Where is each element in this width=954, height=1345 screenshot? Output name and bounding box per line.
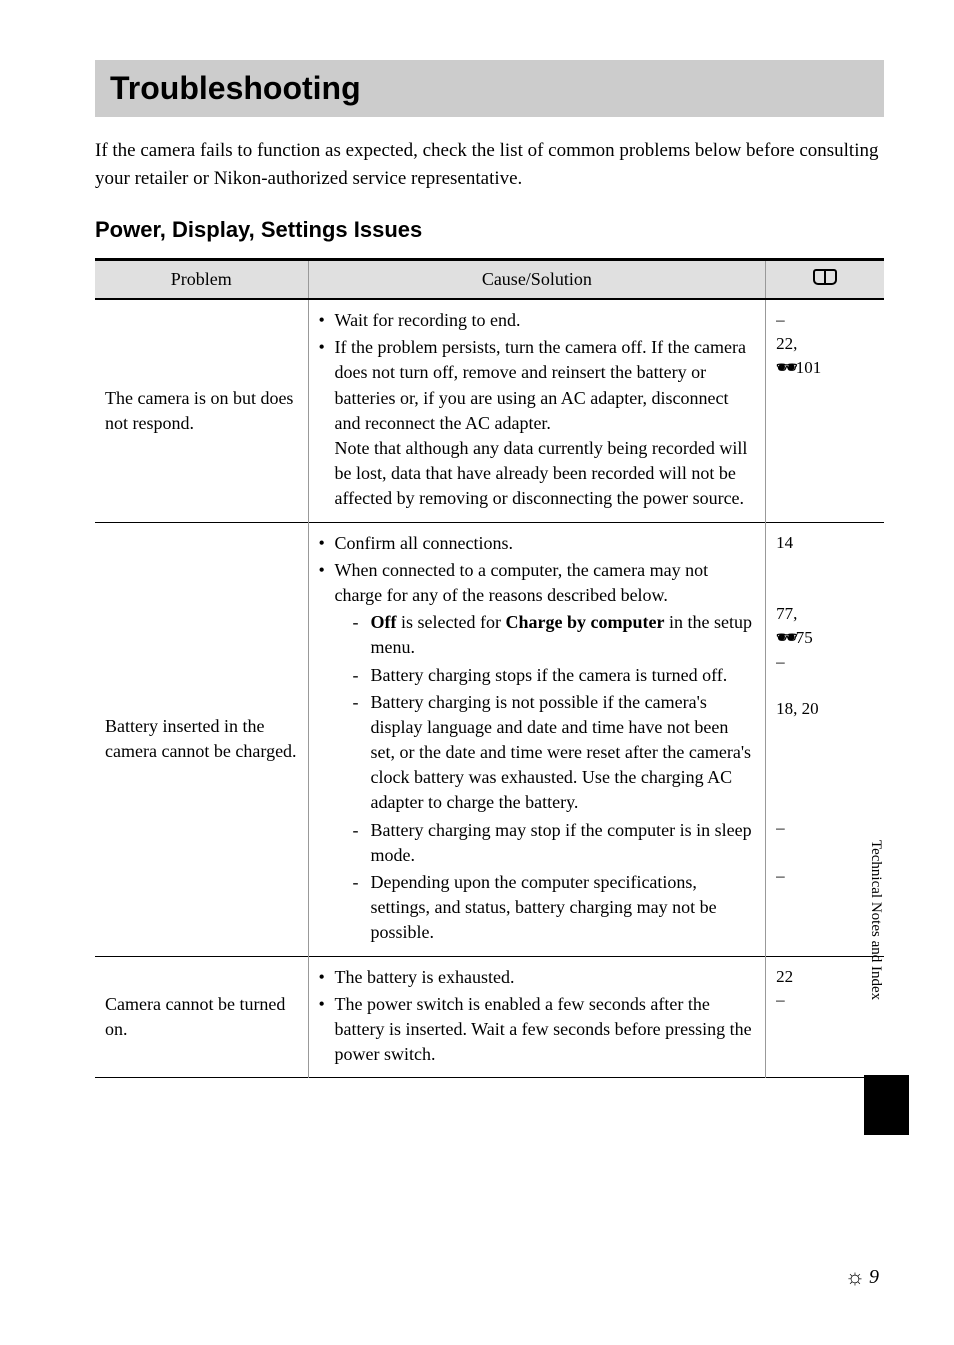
cause-item: Wait for recording to end. (319, 308, 756, 333)
ref-value: – (776, 650, 874, 674)
page-number: ☼9 (845, 1264, 879, 1290)
problem-cell: The camera is on but does not respond. (95, 299, 308, 522)
ref-value (776, 578, 874, 602)
header-cause: Cause/Solution (308, 260, 766, 300)
cause-item: The battery is exhausted. (319, 965, 756, 990)
cause-item: If the problem persists, turn the camera… (319, 335, 756, 511)
side-tab: Technical Notes and Index (854, 840, 884, 1140)
table-row: The camera is on but does not respond. W… (95, 299, 884, 522)
ref-value (776, 745, 874, 769)
page-title: Troubleshooting (95, 60, 884, 117)
intro-text: If the camera fails to function as expec… (95, 137, 884, 192)
ref-value: 22, (776, 332, 874, 356)
ref-value: 18, 20 (776, 697, 874, 721)
cause-sub-item: Battery charging may stop if the compute… (353, 818, 756, 868)
problem-cell: Camera cannot be turned on. (95, 956, 308, 1078)
cause-sub-item: Depending upon the computer specificatio… (353, 870, 756, 946)
ref-value (776, 673, 874, 697)
cause-item: When connected to a computer, the camera… (319, 558, 756, 946)
ref-value (776, 554, 874, 578)
cause-item: Confirm all connections. (319, 531, 756, 556)
section-title: Power, Display, Settings Issues (95, 217, 884, 243)
table-row: Camera cannot be turned on. The battery … (95, 956, 884, 1078)
ref-value: – (776, 308, 874, 332)
cause-cell: The battery is exhausted. The power swit… (308, 956, 766, 1078)
cause-cell: Confirm all connections. When connected … (308, 522, 766, 956)
sun-icon: ☼ (845, 1264, 865, 1290)
book-icon (813, 269, 837, 285)
cause-sub-item: Off is selected for Charge by computer i… (353, 610, 756, 660)
side-tab-block (864, 1075, 909, 1135)
ref-value: 77, (776, 602, 874, 626)
cause-cell: Wait for recording to end. If the proble… (308, 299, 766, 522)
ref-value (776, 721, 874, 745)
header-reference (766, 260, 884, 300)
reference-cell: – 22, 🕶101 (766, 299, 884, 522)
table-row: Battery inserted in the camera cannot be… (95, 522, 884, 956)
ref-value: – (776, 816, 874, 840)
ref-value (776, 769, 874, 793)
link-icon: 🕶 (776, 358, 796, 377)
cause-sub-item: Battery charging stops if the camera is … (353, 663, 756, 688)
ref-value: 🕶101 (776, 356, 874, 380)
problem-cell: Battery inserted in the camera cannot be… (95, 522, 308, 956)
cause-sub-item: Battery charging is not possible if the … (353, 690, 756, 816)
header-problem: Problem (95, 260, 308, 300)
ref-value: 14 (776, 531, 874, 555)
side-tab-label: Technical Notes and Index (864, 840, 884, 1060)
ref-value: 🕶75 (776, 626, 874, 650)
troubleshooting-table: Problem Cause/Solution The camera is on … (95, 258, 884, 1078)
ref-value (776, 792, 874, 816)
cause-item: The power switch is enabled a few second… (319, 992, 756, 1068)
link-icon: 🕶 (776, 628, 796, 647)
